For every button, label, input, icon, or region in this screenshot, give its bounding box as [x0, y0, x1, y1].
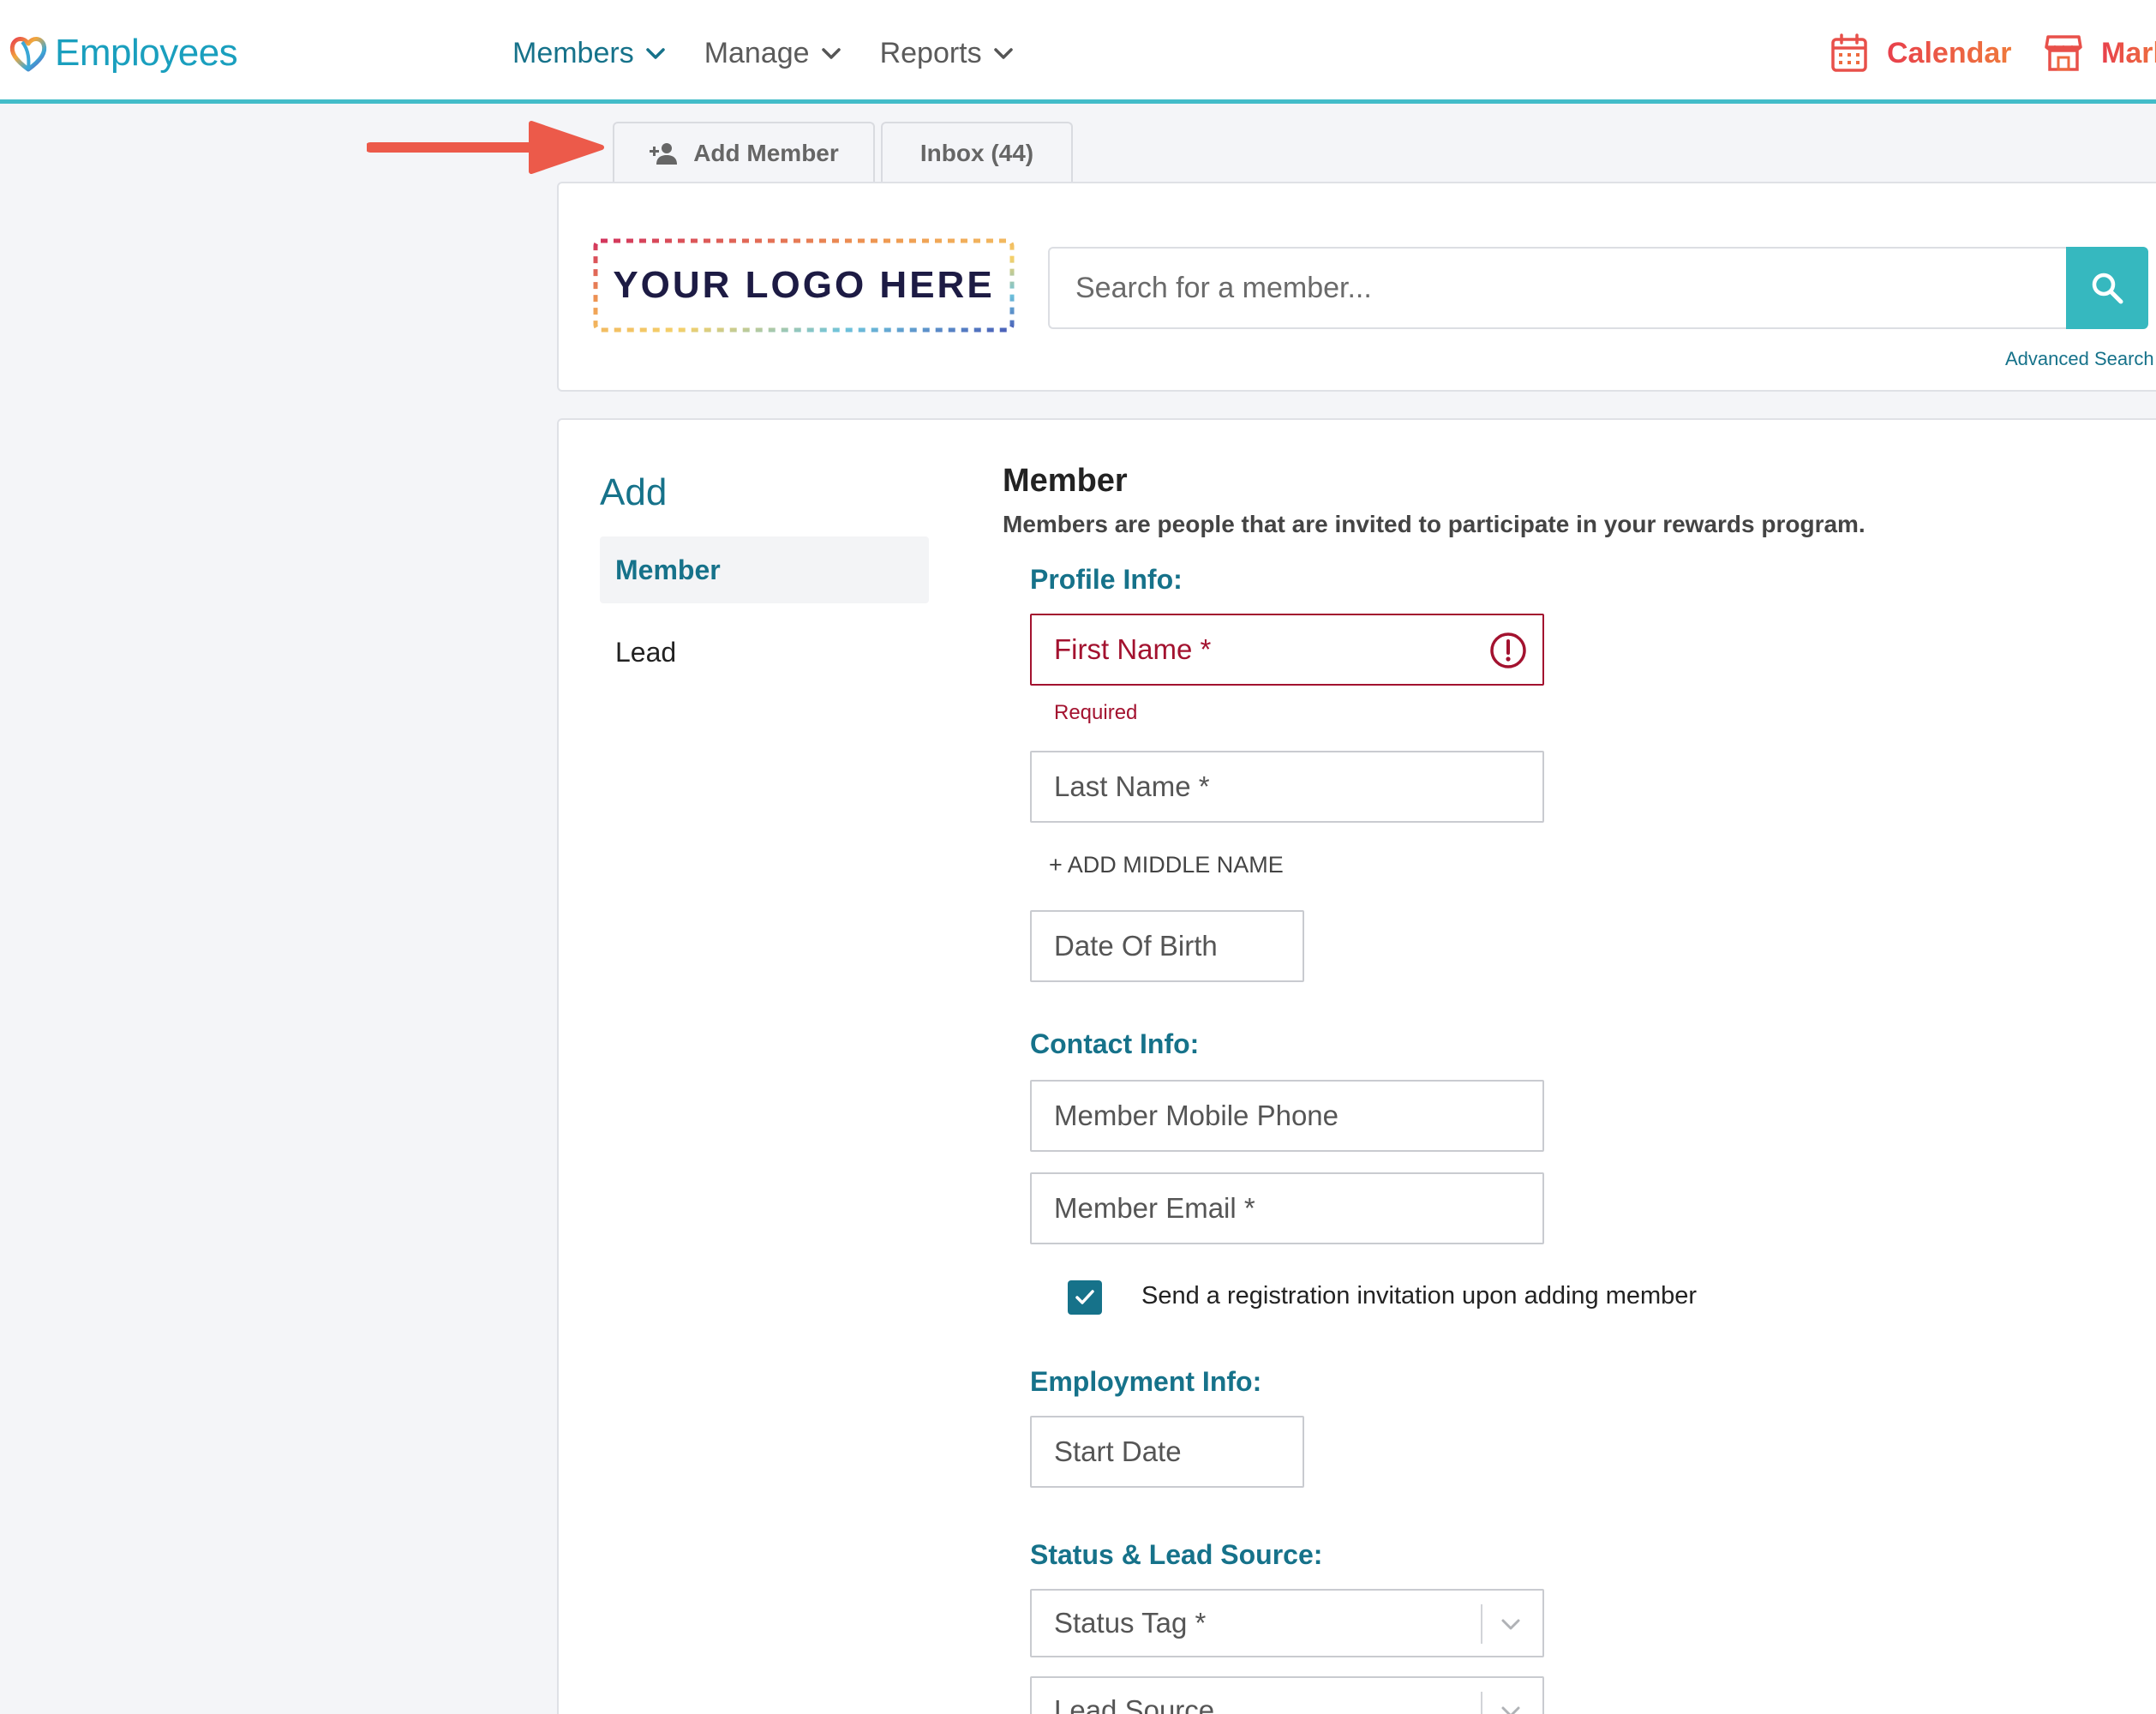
annotation-arrow-icon — [367, 121, 604, 174]
calendar-label: Calendar — [1887, 36, 2012, 69]
first-name-label: First Name * — [1054, 633, 1212, 665]
status-tag-select[interactable]: Status Tag * — [1030, 1589, 1544, 1657]
add-member-card: Add Member Lead Member Members are peopl… — [557, 418, 2156, 1714]
first-name-error: Required — [1054, 701, 1138, 724]
email-label: Member Email * — [1054, 1192, 1255, 1224]
error-alert-icon — [1490, 632, 1526, 668]
chevron-down-icon — [645, 48, 665, 59]
marketplace-label: Mark — [2101, 37, 2156, 70]
nav-reports-label: Reports — [879, 36, 982, 69]
chevron-down-icon — [993, 48, 1013, 59]
section-employment-info: Employment Info: — [1030, 1366, 1262, 1397]
advanced-search-link[interactable]: Advanced Search — [2005, 348, 2154, 370]
section-profile-info: Profile Info: — [1030, 564, 1183, 595]
start-date-field[interactable]: Start Date — [1030, 1416, 1304, 1488]
date-of-birth-label: Date Of Birth — [1054, 930, 1218, 962]
nav-manage-label: Manage — [704, 36, 810, 69]
add-person-icon — [650, 143, 678, 165]
form-description: Members are people that are invited to p… — [1003, 511, 1866, 537]
last-name-label: Last Name * — [1054, 770, 1210, 802]
section-status-lead-source: Status & Lead Source: — [1030, 1539, 1323, 1570]
add-middle-name-button[interactable]: + ADD MIDDLE NAME — [1049, 852, 1284, 878]
email-field[interactable]: Member Email * — [1030, 1172, 1544, 1244]
nav-members-label: Members — [512, 36, 634, 69]
section-contact-info: Contact Info: — [1030, 1028, 1200, 1059]
marketplace-link[interactable]: Mark — [2045, 29, 2156, 77]
sidebar-item-member[interactable]: Member — [600, 536, 929, 603]
tab-add-member[interactable]: Add Member — [613, 122, 875, 183]
nav-members[interactable]: Members — [512, 31, 667, 75]
nav-reports[interactable]: Reports — [880, 31, 1015, 75]
brand-heart-icon — [9, 37, 47, 72]
checkmark-icon — [1075, 1290, 1094, 1304]
first-name-field[interactable]: First Name * — [1030, 614, 1544, 686]
start-date-label: Start Date — [1054, 1435, 1182, 1467]
chevron-down-icon — [821, 48, 841, 59]
tab-inbox[interactable]: Inbox (44) — [881, 122, 1073, 183]
calendar-link[interactable]: Calendar — [1830, 29, 2012, 77]
sidebar-title: Add — [600, 471, 668, 513]
logo-placeholder: YOUR LOGO HERE — [593, 238, 1015, 333]
mobile-phone-label: Member Mobile Phone — [1054, 1100, 1339, 1131]
last-name-field[interactable]: Last Name * — [1030, 751, 1544, 823]
date-of-birth-field[interactable]: Date Of Birth — [1030, 910, 1304, 982]
form-title: Member — [1003, 463, 1128, 499]
select-divider — [1481, 1692, 1482, 1714]
select-divider — [1481, 1604, 1482, 1644]
send-invitation-checkbox[interactable] — [1068, 1280, 1102, 1315]
nav-manage[interactable]: Manage — [704, 31, 842, 75]
tab-inbox-label: Inbox (44) — [919, 140, 1034, 166]
member-search-input[interactable] — [1048, 247, 2066, 329]
chevron-down-icon — [1501, 1619, 1520, 1630]
status-tag-label: Status Tag * — [1054, 1607, 1207, 1639]
tab-add-member-label: Add Member — [693, 140, 839, 166]
search-icon — [2092, 273, 2123, 304]
send-invitation-label[interactable]: Send a registration invitation upon addi… — [1141, 1282, 1697, 1310]
sidebar-item-lead[interactable]: Lead — [600, 619, 929, 686]
top-navigation-bar: Employees Members Manage Reports Calenda… — [0, 0, 2156, 104]
lead-source-select[interactable]: Lead Source — [1030, 1676, 1544, 1714]
brand-name: Employees — [55, 32, 238, 74]
calendar-icon — [1831, 33, 1867, 72]
main-nav: Members Manage Reports — [512, 31, 1052, 75]
logo-text: YOUR LOGO HERE — [613, 264, 995, 306]
storefront-icon — [2045, 35, 2082, 71]
chevron-down-icon — [1501, 1706, 1520, 1714]
header-card: YOUR LOGO HERE Advanced Search — [557, 182, 2156, 392]
lead-source-label: Lead Source — [1054, 1694, 1215, 1714]
search-button[interactable] — [2066, 247, 2148, 329]
brand-logo[interactable]: Employees — [7, 29, 238, 77]
mobile-phone-field[interactable]: Member Mobile Phone — [1030, 1080, 1544, 1152]
